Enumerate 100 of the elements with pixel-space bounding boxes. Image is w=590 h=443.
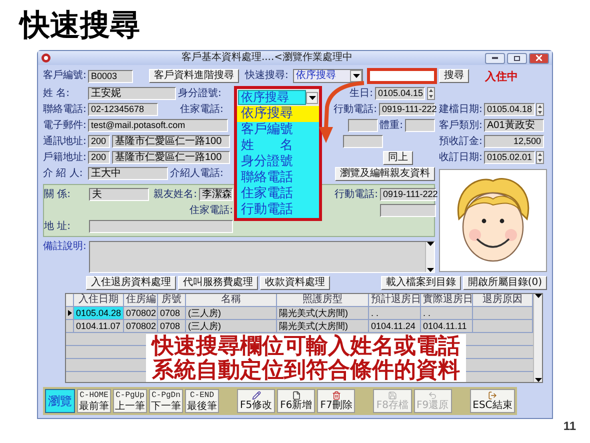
- up-arrow-icon: [538, 153, 542, 156]
- column-header: 名稱: [186, 294, 277, 306]
- column-header: 照護房型: [277, 294, 369, 306]
- phone-field[interactable]: 0919-111-222: [379, 103, 435, 116]
- email-field[interactable]: test@mail.potasoft.com: [88, 119, 228, 132]
- customer-id-field[interactable]: B0003: [88, 70, 133, 82]
- status-text: 入住中: [485, 68, 518, 84]
- field-label: 身分證號:: [178, 88, 222, 100]
- spin-button[interactable]: [427, 87, 435, 100]
- field-label: 住家電話:: [180, 104, 224, 116]
- field-label: 姓 名:: [43, 88, 71, 100]
- navigation-button[interactable]: C-PgDn 下一筆: [149, 389, 183, 413]
- dropdown-list[interactable]: 依序搜尋 依序搜尋 客戶編號 姓 名 身分證號 聯絡電話 住家電話 行動電話: [234, 86, 322, 221]
- address-field[interactable]: 基隆市仁愛區仁一路100: [112, 151, 230, 164]
- date-field[interactable]: 0105.02.01: [484, 151, 535, 164]
- address-field[interactable]: [89, 220, 233, 233]
- slide-title: 快速搜尋: [20, 7, 140, 45]
- spin-button[interactable]: [536, 103, 544, 116]
- toolbar-button[interactable]: F5修改: [237, 389, 276, 413]
- field-label: 預收訂金:: [439, 136, 483, 148]
- phone-field[interactable]: 0919-111-222: [380, 188, 436, 201]
- quick-search-field[interactable]: [367, 68, 437, 84]
- maximize-button[interactable]: [507, 52, 527, 64]
- callout-text: 快速搜尋欄位可輸入姓名或電話: [146, 334, 466, 358]
- relation-field[interactable]: 夫: [89, 188, 149, 201]
- field-label: 電子郵件:: [43, 120, 86, 132]
- navigation-button[interactable]: C-PgUp 上一筆: [113, 389, 147, 413]
- dropdown-option[interactable]: 姓 名: [237, 138, 319, 154]
- category-field[interactable]: A01黃政安: [484, 119, 544, 132]
- field-label: 通訊地址:: [43, 136, 86, 148]
- navigation-button[interactable]: C-END 最後筆: [185, 389, 219, 413]
- address-field[interactable]: 基隆市仁愛區仁一路100: [112, 135, 230, 148]
- table-cell: 陽光美式(大房間): [277, 320, 369, 332]
- field-label: 介紹人電話:: [170, 168, 224, 180]
- down-arrow-icon: [429, 94, 433, 98]
- amount-field[interactable]: 12,500: [484, 135, 544, 148]
- process-button[interactable]: 入住退房資料處理: [86, 276, 176, 290]
- field-label: 聯絡電話:: [43, 104, 86, 116]
- minimize-button[interactable]: [485, 52, 505, 64]
- field-label: 備註說明:: [43, 241, 86, 254]
- remarks-field[interactable]: [89, 241, 435, 273]
- save-icon: [388, 391, 397, 400]
- field-label: 行動電話:: [334, 104, 377, 116]
- dropdown-arrow-icon: [426, 242, 434, 246]
- zip-field[interactable]: 200: [88, 151, 110, 164]
- input-field[interactable]: [343, 135, 383, 148]
- dropdown-field[interactable]: 依序搜尋: [238, 90, 306, 105]
- process-button[interactable]: 收款資料處理: [260, 276, 330, 290]
- relative-name-field[interactable]: 李潔森: [199, 188, 233, 201]
- column-header: 實際退房日: [421, 294, 473, 306]
- input-field[interactable]: [348, 119, 378, 132]
- field-label: 快速搜尋:: [245, 70, 290, 82]
- callout-text: 系統自動定位到符合條件的資料: [146, 358, 466, 382]
- dropdown-option[interactable]: 身分證號: [237, 154, 319, 170]
- toolbar-button[interactable]: F6新增: [277, 389, 316, 413]
- relatives-button[interactable]: 瀏覽及編輯親友資料: [335, 166, 435, 180]
- weight-field[interactable]: [405, 119, 435, 132]
- table-cell: 070802: [124, 320, 158, 332]
- zip-field[interactable]: 200: [88, 135, 110, 148]
- up-arrow-icon: [538, 105, 542, 108]
- phone-field[interactable]: 02-12345678: [88, 103, 158, 116]
- dropdown-option[interactable]: 客戶編號: [237, 122, 319, 138]
- field-label: 介 紹 人:: [43, 168, 84, 180]
- referrer-field[interactable]: 王大中: [88, 167, 168, 180]
- table-cell[interactable]: 0105.04.28: [74, 307, 124, 319]
- directory-button[interactable]: 載入檔案到目錄: [380, 276, 461, 290]
- field-label: 地 址:: [44, 220, 72, 232]
- scrollbar[interactable]: [533, 294, 542, 382]
- dropdown-option[interactable]: 行動電話: [237, 202, 319, 218]
- field-label: 收訂日期:: [439, 152, 483, 164]
- dropdown-option[interactable]: 聯絡電話: [237, 170, 319, 186]
- name-field[interactable]: 王安妮: [88, 87, 176, 100]
- advanced-search-button[interactable]: 客戶資料進階搜尋: [149, 69, 239, 83]
- phone-field[interactable]: [380, 204, 436, 217]
- field-label: 住家電話:: [190, 204, 233, 216]
- field-label: 生日:: [350, 88, 373, 100]
- dropdown-option[interactable]: 依序搜尋: [237, 106, 319, 122]
- column-header: 預計退房日: [369, 294, 421, 306]
- toolbar-button[interactable]: F7刪除: [317, 389, 356, 413]
- table-cell[interactable]: 0104.11.07: [74, 320, 124, 332]
- same-as-above-button[interactable]: 同上: [383, 150, 413, 164]
- scrollbar[interactable]: [425, 242, 434, 272]
- app-icon: [41, 53, 51, 63]
- dropdown-option[interactable]: 住家電話: [237, 186, 319, 202]
- date-field[interactable]: 0105.04.15: [375, 87, 425, 100]
- field-label: 親友姓名:: [154, 188, 197, 200]
- table-cell: 0104.11.24: [369, 320, 421, 332]
- table-cell: 070802: [124, 307, 158, 319]
- spin-button[interactable]: [536, 151, 544, 164]
- directory-button[interactable]: 開啟所屬目錄(0): [462, 276, 547, 290]
- dropdown-button[interactable]: [306, 92, 318, 104]
- toolbar-button[interactable]: ESC結束: [470, 389, 516, 413]
- navigation-button[interactable]: C-HOME 最前筆: [77, 389, 111, 413]
- search-mode-select[interactable]: 依序搜尋: [293, 69, 363, 83]
- search-button[interactable]: 搜尋: [439, 69, 469, 83]
- dropdown-button[interactable]: [350, 70, 362, 82]
- close-button[interactable]: [529, 52, 549, 64]
- down-arrow-icon: [538, 110, 542, 114]
- process-button[interactable]: 代叫服務費處理: [178, 276, 258, 290]
- date-field[interactable]: 0105.04.18: [484, 103, 535, 116]
